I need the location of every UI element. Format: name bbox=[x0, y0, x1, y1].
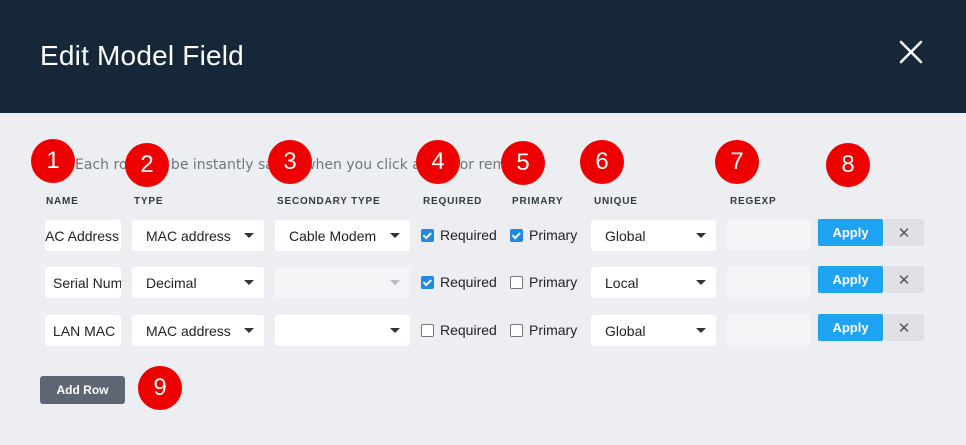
callout-marker: 3 bbox=[268, 140, 312, 184]
regexp-input[interactable] bbox=[727, 314, 811, 345]
checkbox-unchecked-icon bbox=[510, 275, 523, 289]
chevron-down-icon bbox=[244, 280, 254, 285]
checkbox-checked-icon bbox=[421, 228, 434, 242]
name-value: LAN MAC bbox=[53, 322, 116, 339]
apply-button[interactable]: Apply bbox=[818, 219, 883, 246]
unique-value: Global bbox=[605, 227, 646, 244]
column-header-required: REQUIRED bbox=[423, 196, 483, 207]
regexp-input[interactable] bbox=[727, 219, 811, 250]
name-value: AC Address bbox=[45, 227, 119, 244]
required-label: Required bbox=[440, 227, 497, 243]
callout-marker: 8 bbox=[826, 143, 870, 187]
chevron-down-icon bbox=[244, 328, 254, 333]
close-icon: ✕ bbox=[897, 318, 911, 337]
callout-marker: 4 bbox=[416, 140, 460, 184]
required-label: Required bbox=[440, 322, 497, 338]
secondary-type-select bbox=[275, 267, 410, 298]
name-value: Serial Num bbox=[53, 274, 121, 291]
remove-row-button[interactable]: ✕ bbox=[884, 314, 924, 341]
callout-marker: 9 bbox=[138, 366, 182, 410]
type-select[interactable]: MAC address bbox=[132, 315, 264, 346]
secondary-type-select[interactable] bbox=[275, 315, 410, 346]
chevron-down-icon bbox=[390, 328, 400, 333]
primary-checkbox[interactable]: Primary bbox=[510, 322, 577, 338]
column-header-secondary-type: SECONDARY TYPE bbox=[277, 196, 381, 207]
dialog-header: Edit Model Field bbox=[0, 0, 966, 113]
primary-checkbox[interactable]: Primary bbox=[510, 274, 577, 290]
required-checkbox[interactable]: Required bbox=[421, 227, 497, 243]
required-checkbox[interactable]: Required bbox=[421, 274, 497, 290]
column-header-primary: PRIMARY bbox=[512, 196, 564, 207]
checkbox-unchecked-icon bbox=[421, 323, 434, 337]
column-header-regexp: REGEXP bbox=[730, 196, 777, 207]
required-checkbox[interactable]: Required bbox=[421, 322, 497, 338]
unique-value: Local bbox=[605, 274, 639, 291]
chevron-down-icon bbox=[244, 233, 254, 238]
column-header-name: NAME bbox=[46, 196, 79, 207]
add-row-button[interactable]: Add Row bbox=[40, 376, 125, 404]
type-value: Decimal bbox=[146, 274, 197, 291]
dialog-title: Edit Model Field bbox=[40, 40, 244, 71]
chevron-down-icon bbox=[390, 233, 400, 238]
chevron-down-icon bbox=[696, 280, 706, 285]
type-select[interactable]: Decimal bbox=[132, 267, 264, 298]
close-icon[interactable] bbox=[896, 37, 926, 67]
type-value: MAC address bbox=[146, 227, 231, 244]
unique-select[interactable]: Global bbox=[591, 315, 716, 346]
secondary-type-value: Cable Modem bbox=[289, 227, 377, 244]
primary-label: Primary bbox=[529, 274, 578, 290]
checkbox-checked-icon bbox=[421, 275, 434, 289]
column-header-unique: UNIQUE bbox=[594, 196, 638, 207]
apply-button[interactable]: Apply bbox=[818, 314, 883, 341]
unique-select[interactable]: Global bbox=[591, 220, 716, 251]
column-header-type: TYPE bbox=[134, 196, 164, 207]
chevron-down-icon bbox=[696, 328, 706, 333]
remove-row-button[interactable]: ✕ bbox=[884, 266, 924, 293]
checkbox-unchecked-icon bbox=[510, 323, 523, 337]
remove-row-button[interactable]: ✕ bbox=[884, 219, 924, 246]
apply-button[interactable]: Apply bbox=[818, 266, 883, 293]
close-icon: ✕ bbox=[897, 223, 911, 242]
checkbox-checked-icon bbox=[510, 228, 523, 242]
regexp-input[interactable] bbox=[727, 266, 811, 297]
primary-label: Primary bbox=[529, 322, 578, 338]
type-select[interactable]: MAC address bbox=[132, 220, 264, 251]
callout-marker: 2 bbox=[125, 143, 169, 187]
unique-value: Global bbox=[605, 322, 646, 339]
primary-label: Primary bbox=[529, 227, 578, 243]
callout-marker: 1 bbox=[31, 139, 75, 183]
name-input[interactable]: AC Address bbox=[45, 220, 121, 251]
chevron-down-icon bbox=[390, 280, 400, 285]
primary-checkbox[interactable]: Primary bbox=[510, 227, 577, 243]
chevron-down-icon bbox=[696, 233, 706, 238]
callout-marker: 6 bbox=[580, 140, 624, 184]
name-input[interactable]: LAN MAC bbox=[45, 315, 121, 346]
callout-marker: 5 bbox=[501, 141, 545, 185]
close-icon: ✕ bbox=[897, 270, 911, 289]
type-value: MAC address bbox=[146, 322, 231, 339]
name-input[interactable]: Serial Num bbox=[45, 267, 121, 298]
secondary-type-select[interactable]: Cable Modem bbox=[275, 220, 410, 251]
callout-marker: 7 bbox=[715, 140, 759, 184]
unique-select[interactable]: Local bbox=[591, 267, 716, 298]
required-label: Required bbox=[440, 274, 497, 290]
